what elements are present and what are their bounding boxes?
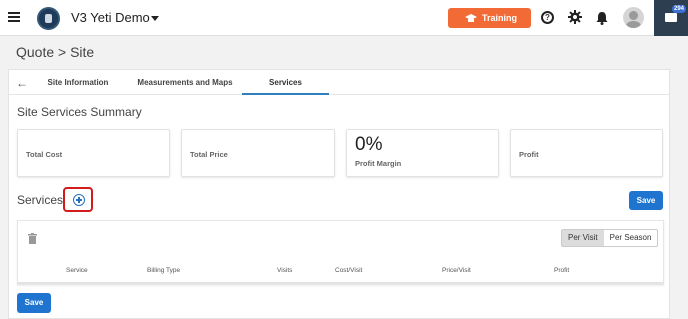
training-button[interactable]: Training — [448, 8, 531, 28]
services-table-header: Service Billing Type Visits Cost/Visit P… — [18, 257, 663, 284]
graduation-cap-icon — [465, 14, 477, 22]
add-service-highlight — [63, 187, 93, 212]
top-app-bar: V3 Yeti Demo Training ? 294 — [0, 0, 688, 36]
notification-badge: 294 — [672, 5, 687, 13]
gear-icon[interactable] — [568, 10, 582, 24]
services-title: Services — [17, 193, 64, 207]
trash-icon[interactable] — [28, 233, 37, 244]
total-price-label: Total Price — [190, 150, 228, 159]
total-cost-card: Total Cost — [17, 129, 170, 177]
column-header-visits[interactable]: Visits — [277, 267, 292, 274]
profit-card: Profit — [510, 129, 663, 177]
chevron-down-icon[interactable] — [151, 16, 159, 21]
total-price-card: Total Price — [181, 129, 335, 177]
tab-measurements-and-maps[interactable]: Measurements and Maps — [127, 70, 243, 95]
tab-bar: ← Site Information Measurements and Maps… — [9, 70, 669, 95]
main-card: ← Site Information Measurements and Maps… — [8, 69, 670, 319]
per-visit-option[interactable]: Per Visit — [562, 230, 604, 246]
logo-icon[interactable] — [37, 7, 60, 30]
profit-margin-label: Profit Margin — [355, 159, 402, 168]
back-arrow-icon[interactable]: ← — [16, 76, 28, 90]
app-title[interactable]: V3 Yeti Demo — [71, 10, 150, 25]
profit-margin-card: 0% Profit Margin — [346, 129, 499, 177]
tab-services[interactable]: Services — [242, 70, 329, 95]
summary-title: Site Services Summary — [17, 105, 142, 119]
menu-icon[interactable] — [8, 12, 20, 22]
column-header-cost-visit[interactable]: Cost/Visit — [335, 267, 362, 274]
total-cost-label: Total Cost — [26, 150, 63, 159]
help-icon[interactable]: ? — [541, 11, 554, 24]
tab-site-information[interactable]: Site Information — [41, 70, 115, 95]
chat-icon — [665, 13, 677, 22]
per-season-option[interactable]: Per Season — [604, 230, 658, 246]
chat-button[interactable]: 294 — [654, 0, 688, 36]
visit-season-toggle: Per Visit Per Season — [561, 229, 659, 247]
column-header-billing-type[interactable]: Billing Type — [147, 267, 180, 274]
bell-icon[interactable] — [596, 11, 608, 25]
column-header-price-visit[interactable]: Price/Visit — [442, 267, 471, 274]
avatar-icon[interactable] — [623, 7, 644, 28]
training-label: Training — [482, 13, 518, 23]
column-header-profit[interactable]: Profit — [554, 267, 569, 274]
add-circle-icon[interactable] — [73, 194, 85, 206]
services-panel: Per Visit Per Season Service Billing Typ… — [17, 220, 664, 285]
save-bottom-button[interactable]: Save — [17, 293, 51, 313]
profit-label: Profit — [519, 150, 539, 159]
profit-margin-value: 0% — [355, 134, 383, 155]
column-header-service[interactable]: Service — [66, 267, 88, 274]
page-title: Quote > Site — [16, 44, 95, 60]
save-button[interactable]: Save — [629, 191, 663, 210]
